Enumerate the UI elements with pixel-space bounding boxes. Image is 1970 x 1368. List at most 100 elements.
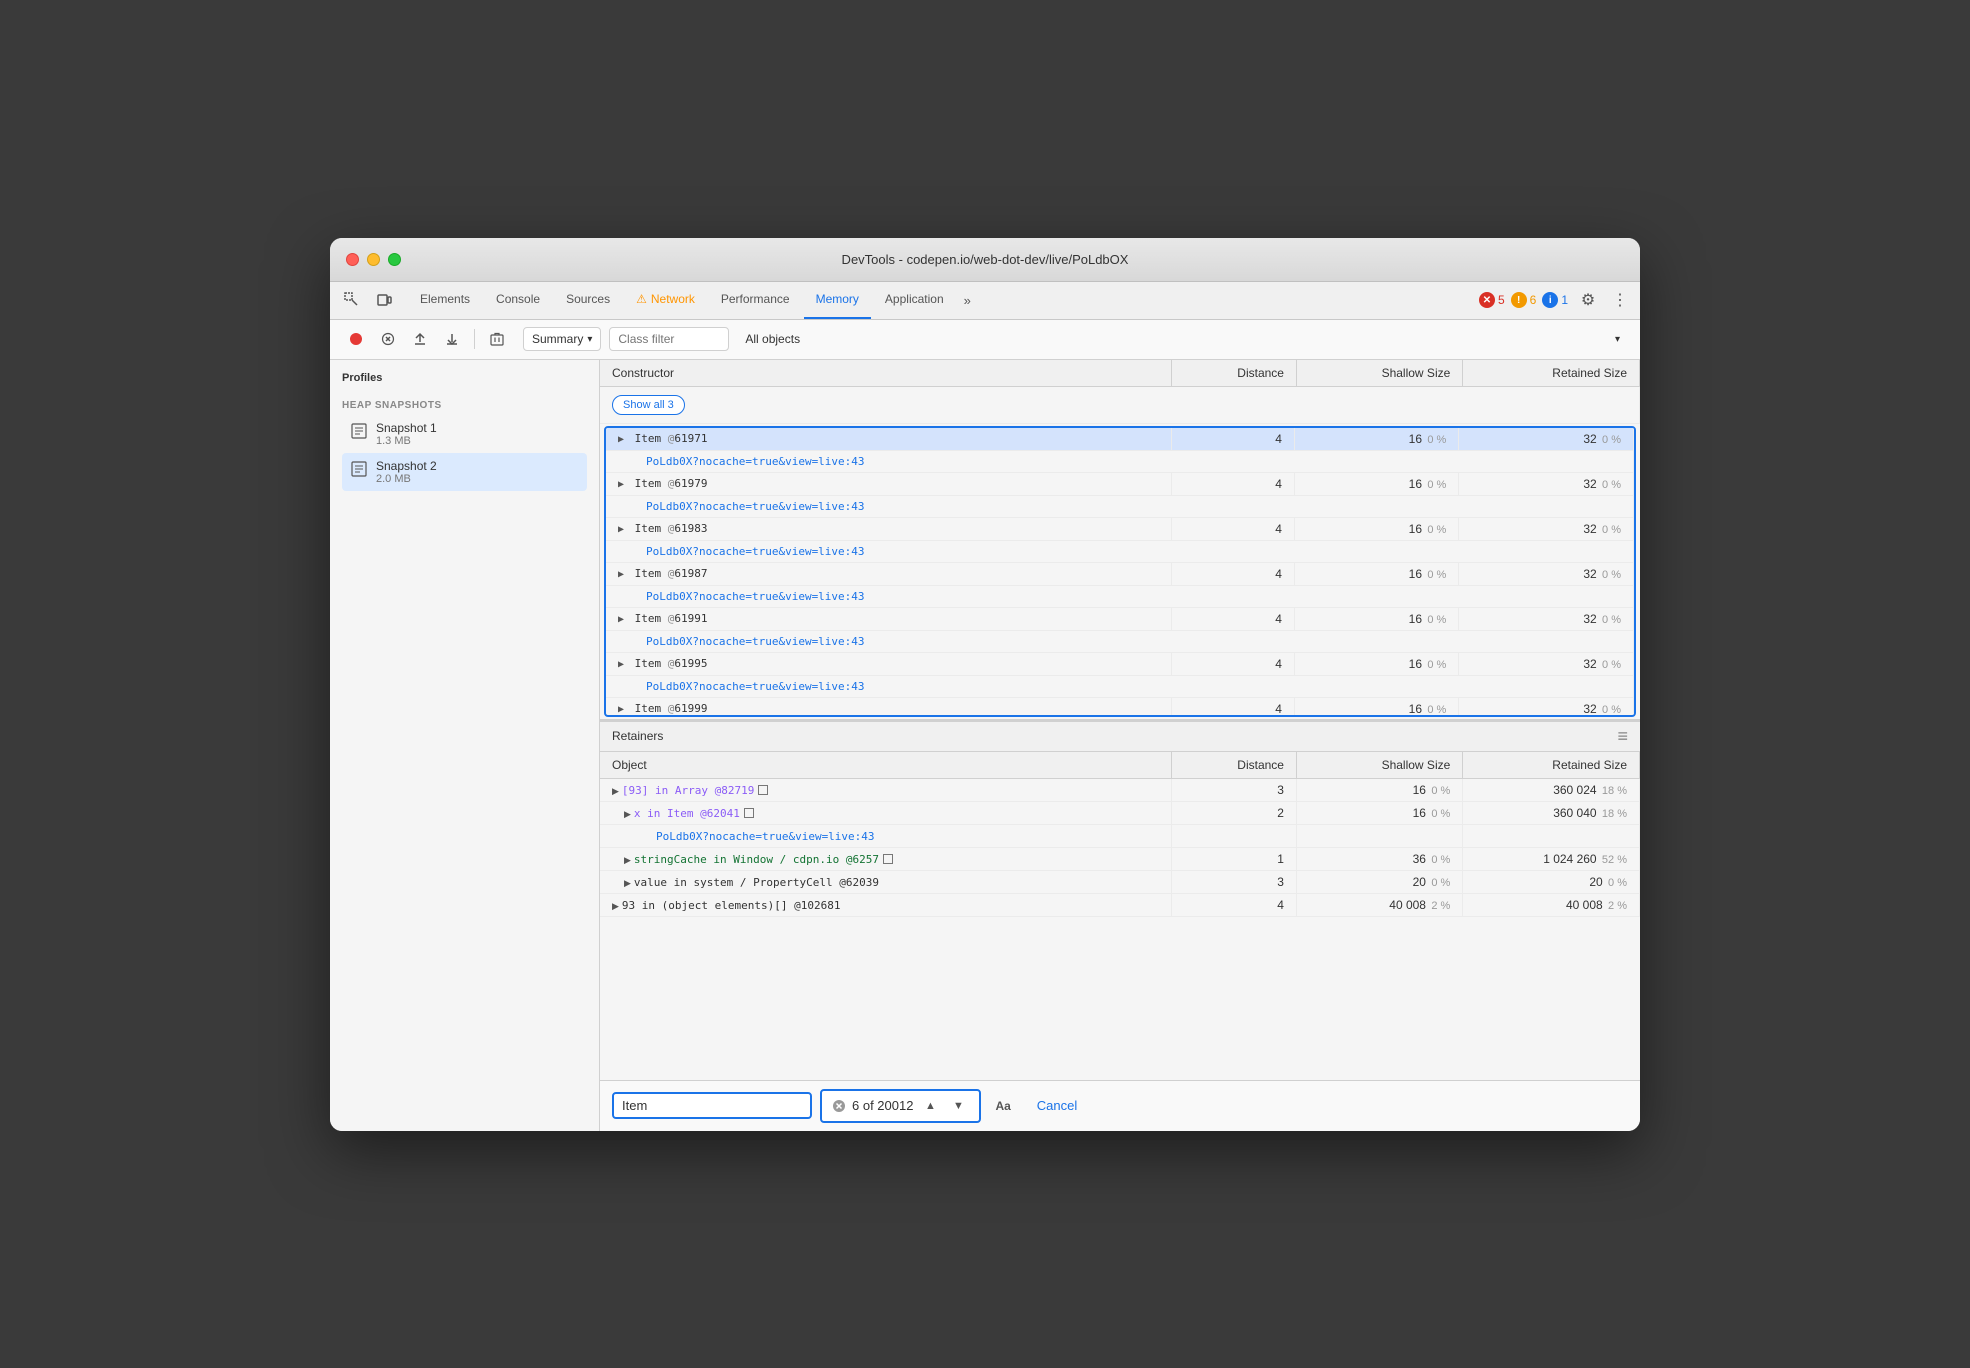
expand-icon[interactable]: ▶ — [624, 878, 631, 888]
ret-retained-cell: 20 0 % — [1463, 870, 1640, 893]
device-toolbar-icon[interactable] — [370, 286, 398, 314]
summary-dropdown[interactable]: Summary ▾ — [523, 327, 601, 351]
search-clear-button[interactable] — [832, 1099, 846, 1113]
search-next-button[interactable]: ▼ — [947, 1095, 969, 1117]
expand-icon[interactable]: ▶ — [624, 855, 631, 865]
table-row: PoLdb0X?nocache=true&view=live:43 — [606, 585, 1634, 607]
more-options-button[interactable]: ⋮ — [1608, 286, 1632, 314]
snapshot-item-1[interactable]: Snapshot 1 1.3 MB — [342, 415, 587, 453]
warning-badge[interactable]: ! 6 — [1511, 292, 1537, 308]
expand-icon[interactable]: ▶ — [618, 659, 624, 670]
distance-cell: 4 — [1171, 562, 1294, 585]
search-cancel-button[interactable]: Cancel — [1025, 1094, 1089, 1117]
search-prev-button[interactable]: ▲ — [919, 1095, 941, 1117]
expand-icon[interactable]: ▶ — [618, 479, 624, 490]
box-indicator — [744, 808, 754, 818]
match-case-button[interactable]: Aa — [989, 1097, 1016, 1115]
tab-sources[interactable]: Sources — [554, 281, 622, 319]
upload-button[interactable] — [406, 325, 434, 353]
link-cell[interactable]: PoLdb0X?nocache=true&view=live:43 — [606, 585, 1634, 607]
link-cell[interactable]: PoLdb0X?nocache=true&view=live:43 — [606, 495, 1634, 517]
all-objects-dropdown[interactable]: All objects ▾ — [737, 328, 1628, 350]
list-item[interactable]: ▶value in system / PropertyCell @62039 3… — [600, 870, 1640, 893]
tab-network[interactable]: ⚠ Network — [624, 281, 707, 319]
table-row[interactable]: ▶ Item @61999 4 16 0 % 32 0 % — [606, 697, 1634, 717]
error-badge[interactable]: ✕ 5 — [1479, 292, 1505, 308]
constructor-cell: ▶ Item @61987 — [606, 562, 1171, 585]
expand-icon[interactable]: ▶ — [618, 434, 624, 445]
table-row[interactable]: ▶ Item @61995 4 16 0 % 32 0 % — [606, 652, 1634, 675]
distance-cell: 4 — [1171, 472, 1294, 495]
item-name: Item @61991 — [635, 612, 708, 625]
retained-cell: 32 0 % — [1459, 562, 1634, 585]
retainers-section: Retainers ≡ Object Distance Shallow Size… — [600, 719, 1640, 1080]
item-name: Item @61995 — [635, 657, 708, 670]
source-link[interactable]: PoLdb0X?nocache=true&view=live:43 — [646, 455, 865, 468]
expand-icon[interactable]: ▶ — [618, 524, 624, 535]
heap-snapshots-title: HEAP SNAPSHOTS — [342, 400, 587, 411]
link-cell[interactable]: PoLdb0X?nocache=true&view=live:43 — [606, 630, 1634, 652]
constructor-cell: ▶ Item @61971 — [606, 428, 1171, 451]
table-row[interactable]: ▶ Item @61991 4 16 0 % 32 0 % — [606, 607, 1634, 630]
shallow-cell: 16 0 % — [1294, 652, 1458, 675]
class-filter-input[interactable] — [609, 327, 729, 351]
tab-more-button[interactable]: » — [958, 293, 977, 308]
close-button[interactable] — [346, 253, 359, 266]
source-link[interactable]: PoLdb0X?nocache=true&view=live:43 — [646, 680, 865, 693]
expand-icon[interactable]: ▶ — [618, 569, 624, 580]
show-all-button[interactable]: Show all 3 — [612, 395, 685, 415]
snapshot-item-2[interactable]: Snapshot 2 2.0 MB — [342, 453, 587, 491]
table-row[interactable]: ▶ Item @61987 4 16 0 % 32 0 % — [606, 562, 1634, 585]
info-badge[interactable]: i 1 — [1542, 292, 1568, 308]
highlighted-constructor-table: ▶ Item @61971 4 16 0 % 32 0 % PoLdb0X?no… — [606, 428, 1634, 717]
maximize-button[interactable] — [388, 253, 401, 266]
expand-icon[interactable]: ▶ — [618, 704, 624, 715]
download-button[interactable] — [438, 325, 466, 353]
stop-button[interactable] — [374, 325, 402, 353]
distance-cell: 4 — [1171, 607, 1294, 630]
expand-icon[interactable]: ▶ — [612, 901, 619, 911]
tab-application[interactable]: Application — [873, 281, 956, 319]
link-cell[interactable]: PoLdb0X?nocache=true&view=live:43 — [606, 675, 1634, 697]
source-link[interactable]: PoLdb0X?nocache=true&view=live:43 — [646, 635, 865, 648]
list-item[interactable]: PoLdb0X?nocache=true&view=live:43 — [600, 824, 1640, 847]
link-cell[interactable]: PoLdb0X?nocache=true&view=live:43 — [606, 540, 1634, 562]
list-item[interactable]: ▶stringCache in Window / cdpn.io @6257 1… — [600, 847, 1640, 870]
settings-button[interactable]: ⚙ — [1574, 286, 1602, 314]
source-link[interactable]: PoLdb0X?nocache=true&view=live:43 — [646, 590, 865, 603]
link-cell[interactable]: PoLdb0X?nocache=true&view=live:43 — [606, 450, 1634, 472]
list-item[interactable]: ▶[93] in Array @82719 3 16 0 % 360 024 1… — [600, 778, 1640, 801]
table-row[interactable]: ▶ Item @61983 4 16 0 % 32 0 % — [606, 517, 1634, 540]
delete-button[interactable] — [483, 325, 511, 353]
snapshot-icon-1 — [350, 422, 368, 445]
source-link[interactable]: PoLdb0X?nocache=true&view=live:43 — [656, 830, 875, 843]
record-button[interactable] — [342, 325, 370, 353]
tab-memory[interactable]: Memory — [804, 281, 871, 319]
object-name: value in system / PropertyCell @62039 — [634, 876, 879, 889]
shallow-cell: 16 0 % — [1294, 517, 1458, 540]
expand-icon[interactable]: ▶ — [624, 809, 631, 819]
expand-icon[interactable]: ▶ — [612, 786, 619, 796]
minimize-button[interactable] — [367, 253, 380, 266]
table-row[interactable]: ▶ Item @61979 4 16 0 % 32 0 % — [606, 472, 1634, 495]
bottom-search-bar: 6 of 20012 ▲ ▼ Aa Cancel — [600, 1080, 1640, 1131]
list-item[interactable]: ▶x in Item @62041 2 16 0 % 360 040 18 % — [600, 801, 1640, 824]
traffic-lights — [346, 253, 401, 266]
select-element-icon[interactable] — [338, 286, 366, 314]
list-item[interactable]: ▶93 in (object elements)[] @102681 4 40 … — [600, 893, 1640, 916]
table-row[interactable]: ▶ Item @61971 4 16 0 % 32 0 % — [606, 428, 1634, 451]
expand-icon[interactable]: ▶ — [618, 614, 624, 625]
main-content: Profiles HEAP SNAPSHOTS Snapshot 1 1.3 M… — [330, 360, 1640, 1131]
tab-performance[interactable]: Performance — [709, 281, 802, 319]
source-link[interactable]: PoLdb0X?nocache=true&view=live:43 — [646, 545, 865, 558]
ret-distance-header: Distance — [1172, 752, 1297, 779]
retained-cell: 32 0 % — [1459, 697, 1634, 717]
shallow-cell: 16 0 % — [1294, 472, 1458, 495]
object-name: [93] in Array @82719 — [622, 784, 754, 797]
tab-elements[interactable]: Elements — [408, 281, 482, 319]
warning-icon: ! — [1511, 292, 1527, 308]
tab-console[interactable]: Console — [484, 281, 552, 319]
snapshot-1-info: Snapshot 1 1.3 MB — [376, 421, 437, 447]
source-link[interactable]: PoLdb0X?nocache=true&view=live:43 — [646, 500, 865, 513]
search-input[interactable] — [622, 1098, 802, 1113]
